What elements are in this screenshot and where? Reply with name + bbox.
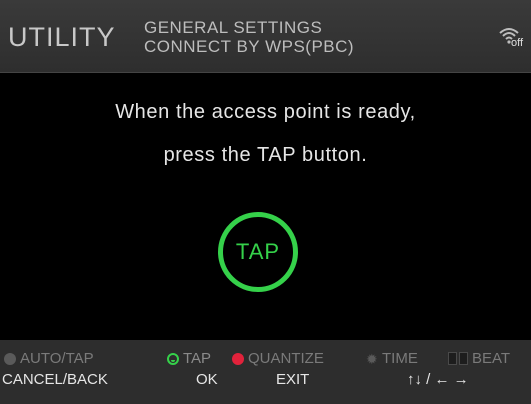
navigate-arrows-button[interactable]: ↑↓ / ← → [407,371,469,388]
header-bar: UTILITY GENERAL SETTINGS CONNECT BY WPS(… [0,0,531,73]
exit-button[interactable]: EXIT [276,371,309,388]
cancel-back-button[interactable]: CANCEL/BACK [2,371,108,388]
tap-indicator-label: TAP [183,350,212,367]
quantize-label: QUANTIZE [248,350,324,367]
quantize-indicator: QUANTIZE [232,350,324,367]
tap-indicator: TAP [167,350,211,367]
wifi-status-text: off [511,37,524,49]
utility-screen: UTILITY GENERAL SETTINGS CONNECT BY WPS(… [0,0,531,404]
breadcrumb-connect-by-wps: CONNECT BY WPS(PBC) [144,37,355,56]
tap-button[interactable]: TAP [218,212,298,292]
auto-tap-label: AUTO/TAP [20,350,94,367]
instruction-line-1: When the access point is ready, [115,101,416,123]
time-label: TIME [382,350,418,367]
breadcrumb-general-settings: GENERAL SETTINGS [144,18,323,37]
page-title: UTILITY [8,22,116,52]
tap-smiley-icon [167,352,179,365]
beat-keys-icon [448,352,468,365]
tap-button-label: TAP [235,239,281,264]
wifi-off-icon: off [499,26,525,50]
beat-indicator: BEAT [448,350,510,367]
instruction-line-2: press the TAP button. [163,144,368,166]
gear-icon: ✹ [366,350,378,367]
quantize-dot-icon [232,352,244,365]
ok-button[interactable]: OK [196,371,218,388]
footer-bar: AUTO/TAP TAP QUANTIZE ✹ TIME BEAT CANCEL… [0,340,531,404]
beat-label: BEAT [472,350,511,367]
time-indicator: ✹ TIME [366,350,418,367]
auto-tap-indicator: AUTO/TAP [4,350,94,367]
auto-tap-dot-icon [4,352,16,365]
